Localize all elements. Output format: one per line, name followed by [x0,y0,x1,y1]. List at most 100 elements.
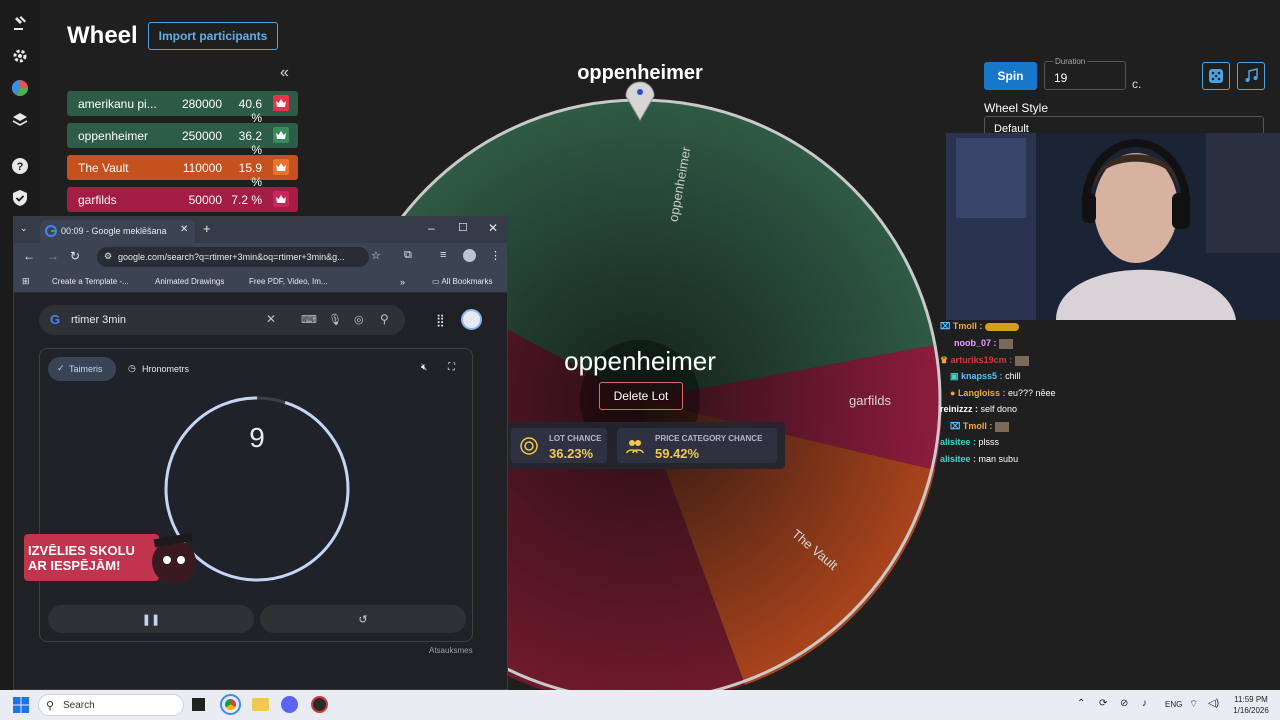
music-note-icon [1245,68,1258,82]
tab-stopwatch-label: Hronometrs [142,364,190,374]
profile-avatar[interactable] [463,249,476,262]
tray-chevron-icon[interactable]: ⌃ [1077,698,1085,709]
price-chance-value: 59.42% [655,446,700,461]
chat-message: ♛ arturiks19cm : [940,355,1029,366]
webcam-overlay [946,133,1280,320]
google-apps-icon[interactable]: ⣿ [436,313,445,327]
dice-icon [1209,69,1223,83]
taskbar: ⚲ Search ⌃ ⟳ ⊘ ♪ ENG ⌔ ◁) 11:59 PM 1/16/… [0,690,1280,720]
delete-lot-button[interactable]: Delete Lot [599,382,683,410]
price-chance-label: PRICE CATEGORY CHANCE [655,434,763,443]
microphone-icon[interactable]: 🎙︎ [328,313,342,326]
minimize-icon[interactable]: – [428,221,435,235]
volume-icon[interactable]: ◁) [1208,698,1219,709]
people-icon [626,440,644,454]
apps-icon[interactable]: ⊞ [22,276,30,287]
chat-message: reinizzz : self dono [940,404,1017,414]
tab-stopwatch[interactable]: ◷ Hronometrs [128,357,208,381]
back-icon[interactable]: ← [23,249,35,263]
clock[interactable]: 11:59 PM 1/16/2026 [1228,694,1274,716]
google-icon [45,225,57,237]
media-icon[interactable]: ≡ [440,249,446,261]
duration-unit: c. [1132,77,1142,91]
lot-chance-box: LOT CHANCE 36.23% [511,428,607,463]
dice-button[interactable] [1202,62,1230,90]
search-icon[interactable]: ⚲ [380,312,389,326]
tray-mic-icon[interactable]: ♪ [1142,698,1147,709]
chat-message: ⌧ Tmoll : [950,421,1009,432]
task-view-icon[interactable] [192,698,205,711]
windows-start-icon[interactable] [13,697,29,713]
search-icon: ⚲ [46,700,55,712]
bookmark-item[interactable]: Free PDF, Video, Im... [249,277,328,286]
address-bar[interactable]: ⚙ google.com/search?q=rtimer+3min&oq=rti… [97,247,369,267]
tray-network-icon[interactable]: ⊘ [1120,698,1128,709]
reset-button[interactable]: ↺ [260,605,466,633]
chance-panel: LOT CHANCE 36.23% PRICE CATEGORY CHANCE … [505,422,785,469]
site-info-icon[interactable]: ⚙ [104,251,112,262]
chat-user: alisitee : [940,454,977,464]
music-button[interactable] [1237,62,1265,90]
bookmarks-overflow-icon[interactable]: » [400,277,405,287]
bookmark-item[interactable]: Animated Drawings [155,277,224,286]
maximize-icon[interactable]: ☐ [458,221,468,234]
reload-icon[interactable]: ↻ [70,249,80,263]
chat-user: arturiks19cm : [950,355,1013,365]
spin-button[interactable]: Spin [984,62,1037,90]
fullscreen-icon[interactable]: ⛶ [448,362,455,373]
chat-text: man subu [978,454,1019,464]
browser-window[interactable]: ⌄ 00:09 - Google meklēšana ✕ + – ☐ ✕ ← →… [13,216,508,690]
menu-icon[interactable]: ⋮ [490,249,501,262]
taskbar-search[interactable]: ⚲ Search [38,694,184,716]
target-icon [520,437,538,455]
tab-timer[interactable]: ✓ Taimeris [48,357,116,381]
clock-time: 11:59 PM [1234,695,1268,704]
chat-text: plsss [978,437,1000,447]
clock-date: 1/16/2026 [1233,706,1269,715]
obs-icon[interactable] [311,696,328,713]
keyboard-icon[interactable]: ⌨ [301,313,317,326]
chat-text: eu??? nēee [1007,388,1056,398]
bookmark-item[interactable]: Create a Template -... [52,277,129,286]
check-icon: ✓ [57,363,65,373]
language-indicator[interactable]: ENG [1165,700,1182,709]
wifi-icon[interactable]: ⌔ [1189,698,1198,711]
chat-message: ● Langloiss : eu??? nēee [950,388,1056,398]
browser-tab[interactable]: 00:09 - Google meklēšana ✕ [40,220,195,243]
google-search-box[interactable]: G rtimer 3min ✕ ⌨ 🎙︎ ◎ ⚲ [39,305,405,335]
lens-icon[interactable]: ◎ [354,313,364,326]
clear-search-icon[interactable]: ✕ [266,312,276,326]
stopwatch-icon: ◷ [128,363,136,373]
account-avatar[interactable] [461,309,482,330]
feedback-link[interactable]: Atsauksmes [429,646,473,655]
all-bookmarks-label: All Bookmarks [441,277,493,286]
extensions-icon[interactable]: ⧉ [404,249,412,262]
close-tab-icon[interactable]: ✕ [180,224,188,235]
chat-user: Tmoll : [962,421,993,431]
promo-sticker: IZVĒLIES SKOLU AR IESPĒJĀM! [24,530,202,585]
chat-message: noob_07 : [954,338,1014,349]
lot-chance-label: LOT CHANCE [549,434,602,443]
winner-title: oppenheimer [577,62,703,84]
discord-icon[interactable] [281,696,298,713]
tray-sync-icon[interactable]: ⟳ [1099,698,1107,709]
tab-search-icon[interactable]: ⌄ [20,223,28,234]
all-bookmarks-folder[interactable]: ▭ All Bookmarks [432,277,492,286]
timer-value: 9 [249,422,265,453]
pause-button[interactable]: ❚❚ [48,605,254,633]
duration-value[interactable]: 19 [1054,71,1067,85]
streamer-image [946,133,1280,320]
segment-label-garfilds: garfilds [849,393,891,408]
bookmark-star-icon[interactable]: ☆ [371,249,381,262]
chrome-icon[interactable] [220,694,241,715]
file-explorer-icon[interactable] [252,698,269,711]
chat-user: Langloiss : [957,388,1006,398]
close-window-icon[interactable]: ✕ [488,221,498,235]
mute-icon[interactable]: 🔇︎ [421,362,427,373]
browser-toolbar: ← → ↻ ⚙ google.com/search?q=rtimer+3min&… [14,243,507,271]
chat-user: Tmoll : [952,321,983,331]
new-tab-icon[interactable]: + [203,221,211,236]
forward-icon[interactable]: → [47,249,59,263]
chat-user: alisitee : [940,437,977,447]
bookmarks-bar: ⊞ Create a Template -... Animated Drawin… [14,271,507,293]
